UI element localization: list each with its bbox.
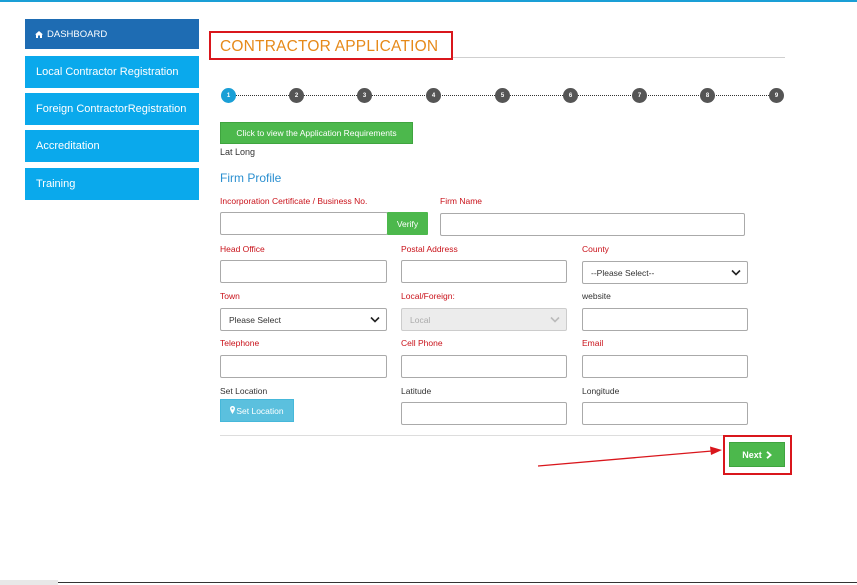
annotation-arrow — [537, 446, 722, 467]
footer-corner — [0, 580, 58, 585]
footer-divider — [58, 582, 857, 583]
